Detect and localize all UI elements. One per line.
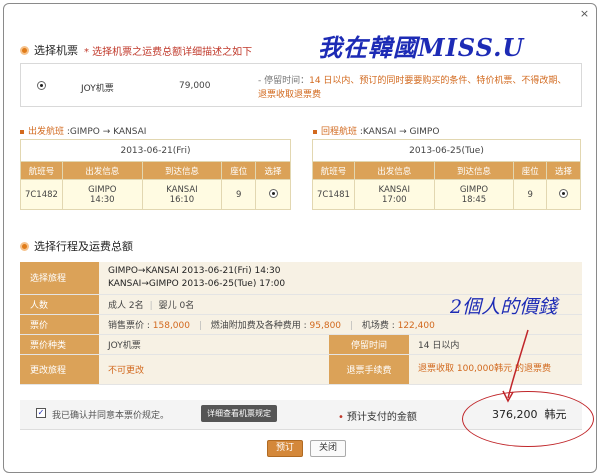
close-button[interactable]: 关闭: [310, 440, 347, 457]
stay-value: 14 日以内: [409, 334, 582, 355]
col-departure: 出发信息: [61, 161, 143, 180]
select-fare-title: 选择机票: [34, 44, 78, 57]
select-fare-heading: 选择机票 * 选择机票之运费总额详细描述之如下: [20, 42, 252, 58]
select-cell[interactable]: [255, 179, 291, 210]
arrival-info: GIMPO 18:45: [433, 179, 515, 210]
fare-description: - 停留时间：14 日以内、预订的同时要要购买的条件、特价机票、不得改期、退票收…: [258, 74, 568, 102]
flight-number: 7C1481: [312, 179, 355, 210]
close-icon[interactable]: ×: [579, 8, 590, 19]
total-label: • 预计支付的金额: [338, 412, 417, 423]
itinerary-label: 选择旅程: [20, 262, 99, 295]
seat-count: 9: [221, 179, 257, 210]
handwritten-note: 2個人的價錢: [450, 296, 558, 318]
outbound-table: 2013-06-21(Fri) 航班号 出发信息 到达信息 座位 选择 7C14…: [20, 139, 291, 210]
square-bullet-icon: [313, 129, 317, 134]
flight-number: 7C1482: [20, 179, 63, 210]
departure-info: GIMPO 14:30: [61, 179, 143, 210]
airport-fee-value: 122,400: [397, 320, 435, 331]
col-select: 选择: [546, 161, 581, 180]
departure-info: KANSAI 17:00: [353, 179, 435, 210]
fare-name: JOY机票: [81, 84, 114, 94]
col-departure: 出发信息: [353, 161, 435, 180]
pax-label: 人数: [20, 294, 99, 315]
highlight-circle: [462, 391, 594, 447]
inbound-route: :KANSAI → GIMPO: [359, 127, 440, 137]
flight-radio[interactable]: [559, 188, 569, 198]
change-value: 不可更改: [99, 354, 329, 385]
col-arrival: 到达信息: [433, 161, 515, 180]
inbound-label: 回程航班: [321, 127, 358, 137]
refund-label: 退票手续费: [329, 354, 409, 385]
ticket-type-label: 票价种类: [20, 334, 99, 355]
outbound-date: 2013-06-21(Fri): [20, 139, 291, 162]
inbound-table: 2013-06-25(Tue) 航班号 出发信息 到达信息 座位 选择 7C14…: [312, 139, 581, 210]
outbound-route: :GIMPO → KANSAI: [66, 127, 147, 137]
arrival-info: KANSAI 16:10: [141, 179, 223, 210]
fare-price: 79,000: [179, 81, 211, 91]
sales-fare-value: 158,000: [152, 320, 190, 331]
table-row[interactable]: 7C1482 GIMPO 14:30 KANSAI 16:10 9: [20, 179, 291, 210]
inbound-date: 2013-06-25(Tue): [312, 139, 581, 162]
itinerary-value: GIMPO→KANSAI 2013-06-21(Fri) 14:30 KANSAI…: [99, 262, 582, 295]
select-cell[interactable]: [546, 179, 581, 210]
bullet-icon: [20, 45, 29, 55]
square-bullet-icon: [20, 129, 24, 134]
col-flight-number: 航班号: [20, 161, 63, 180]
select-fare-note: * 选择机票之运费总额详细描述之如下: [84, 46, 253, 58]
summary-heading: 选择行程及运费总额: [20, 238, 133, 254]
fuel-surcharge-value: 95,800: [309, 320, 342, 331]
outbound-heading: 出发航班 :GIMPO → KANSAI: [20, 124, 146, 137]
agree-label: 我已确认并同意本票价规定。: [52, 411, 170, 421]
refund-value: 退票收取 100,000韩元 的退票费: [409, 354, 582, 385]
table-row[interactable]: 7C1481 KANSAI 17:00 GIMPO 18:45 9: [312, 179, 581, 210]
outbound-label: 出发航班: [28, 127, 65, 137]
fare-option[interactable]: JOY机票 79,000 - 停留时间：14 日以内、预订的同时要要购买的条件、…: [20, 63, 582, 107]
col-flight-number: 航班号: [312, 161, 355, 180]
fare-radio[interactable]: [37, 81, 46, 90]
change-label: 更改旅程: [20, 354, 99, 385]
summary-table: 选择旅程 GIMPO→KANSAI 2013-06-21(Fri) 14:30 K…: [20, 262, 582, 385]
col-arrival: 到达信息: [141, 161, 223, 180]
seat-count: 9: [513, 179, 548, 210]
stay-label: 停留时间: [329, 334, 409, 355]
fare-label: 票价: [20, 314, 99, 335]
watermark-text: 我在韓國MISS.U: [318, 33, 525, 62]
inbound-heading: 回程航班 :KANSAI → GIMPO: [313, 124, 439, 137]
summary-title: 选择行程及运费总额: [34, 240, 133, 253]
col-seats: 座位: [513, 161, 548, 180]
view-rules-button[interactable]: 详细查看机票规定: [201, 405, 277, 422]
agree-checkbox[interactable]: ✓: [36, 408, 46, 418]
fare-desc-prefix: - 停留时间：: [258, 76, 310, 86]
col-seats: 座位: [221, 161, 257, 180]
flight-radio[interactable]: [268, 188, 278, 198]
bullet-icon: [20, 241, 29, 251]
ticket-type-value: JOY机票: [99, 334, 329, 355]
col-select: 选择: [255, 161, 291, 180]
confirm-button[interactable]: 预订: [267, 440, 304, 457]
